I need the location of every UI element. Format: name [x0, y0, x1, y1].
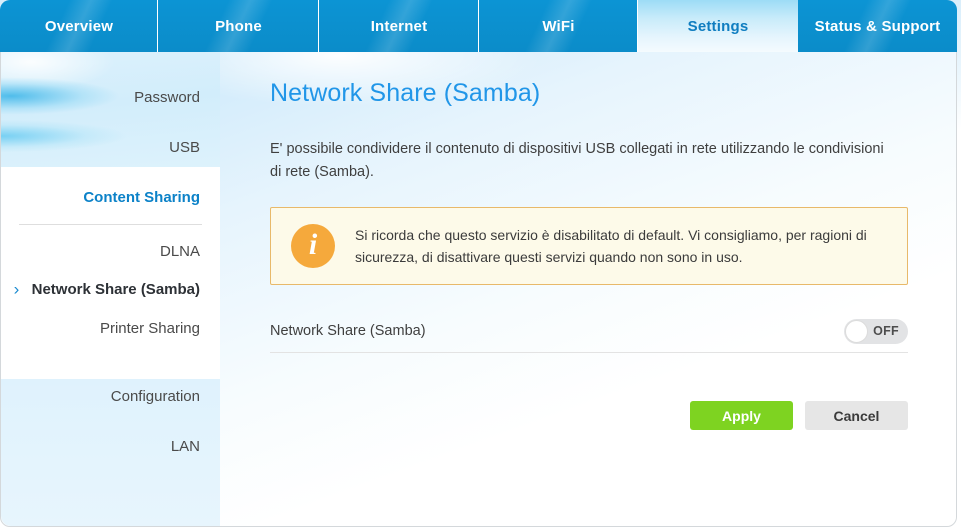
info-icon: i [291, 224, 335, 268]
tab-wifi-label: WiFi [542, 17, 575, 35]
tab-phone-label: Phone [215, 17, 262, 35]
sidebar-item-usb-label: USB [169, 138, 200, 156]
sidebar-item-printer-sharing[interactable]: Printer Sharing [100, 318, 200, 338]
info-notice-text: Si ricorda che questo servizio è disabil… [355, 227, 867, 265]
tab-settings[interactable]: Settings [638, 0, 798, 52]
tab-phone[interactable]: Phone [158, 0, 319, 52]
sidebar-item-lan[interactable]: LAN [171, 436, 200, 456]
sidebar-item-content-sharing[interactable]: Content Sharing [83, 187, 200, 207]
content-divider [270, 352, 908, 353]
router-admin-page: Overview Phone Internet WiFi Settings St… [0, 0, 961, 529]
sidebar-item-network-share-samba-label: Network Share (Samba) [31, 280, 200, 298]
sidebar-item-configuration-label: Configuration [110, 387, 200, 405]
page-title: Network Share (Samba) [270, 79, 541, 107]
main-content: Network Share (Samba) E' possibile condi… [220, 52, 956, 526]
page-description: E' possibile condividere il contenuto di… [270, 141, 884, 180]
sidebar-item-lan-label: LAN [170, 437, 200, 455]
tab-overview[interactable]: Overview [0, 0, 158, 52]
sidebar-item-dlna[interactable]: DLNA [160, 241, 200, 261]
samba-toggle-label: Network Share (Samba) [270, 323, 426, 339]
tab-internet[interactable]: Internet [319, 0, 479, 52]
samba-toggle-state: OFF [873, 324, 899, 338]
sidebar-item-printer-sharing-label: Printer Sharing [99, 319, 200, 337]
tab-settings-label: Settings [687, 17, 749, 35]
cancel-button[interactable]: Cancel [805, 401, 908, 430]
info-notice-box: i Si ricorda che questo servizio è disab… [270, 207, 908, 285]
action-buttons: Apply Cancel [270, 401, 908, 430]
sidebar-item-password-label: Password [134, 88, 200, 106]
apply-button[interactable]: Apply [690, 401, 793, 430]
tab-overview-label: Overview [44, 17, 114, 35]
samba-toggle-row: Network Share (Samba) OFF [270, 310, 908, 352]
tab-status-support-label: Status & Support [814, 17, 941, 35]
sidebar-item-content-sharing-label: Content Sharing [83, 188, 200, 206]
sidebar-item-network-share-samba[interactable]: › Network Share (Samba) [14, 279, 200, 299]
tab-status-support[interactable]: Status & Support [798, 0, 957, 52]
samba-toggle-switch[interactable]: OFF [844, 318, 908, 344]
sidebar-menu: Password USB Content Sharing DLNA › Netw… [1, 52, 220, 526]
tab-internet-label: Internet [370, 17, 428, 35]
sidebar-item-usb[interactable]: USB [169, 137, 200, 157]
main-navigation-tabs: Overview Phone Internet WiFi Settings St… [0, 0, 957, 52]
sidebar: Password USB Content Sharing DLNA › Netw… [1, 52, 220, 526]
sidebar-divider [19, 224, 202, 225]
sidebar-item-dlna-label: DLNA [159, 242, 200, 260]
chevron-right-icon: › [13, 279, 20, 299]
toggle-knob [845, 319, 868, 343]
tab-wifi[interactable]: WiFi [479, 0, 638, 52]
sidebar-item-configuration[interactable]: Configuration [111, 386, 200, 406]
sidebar-item-password[interactable]: Password [134, 87, 200, 107]
